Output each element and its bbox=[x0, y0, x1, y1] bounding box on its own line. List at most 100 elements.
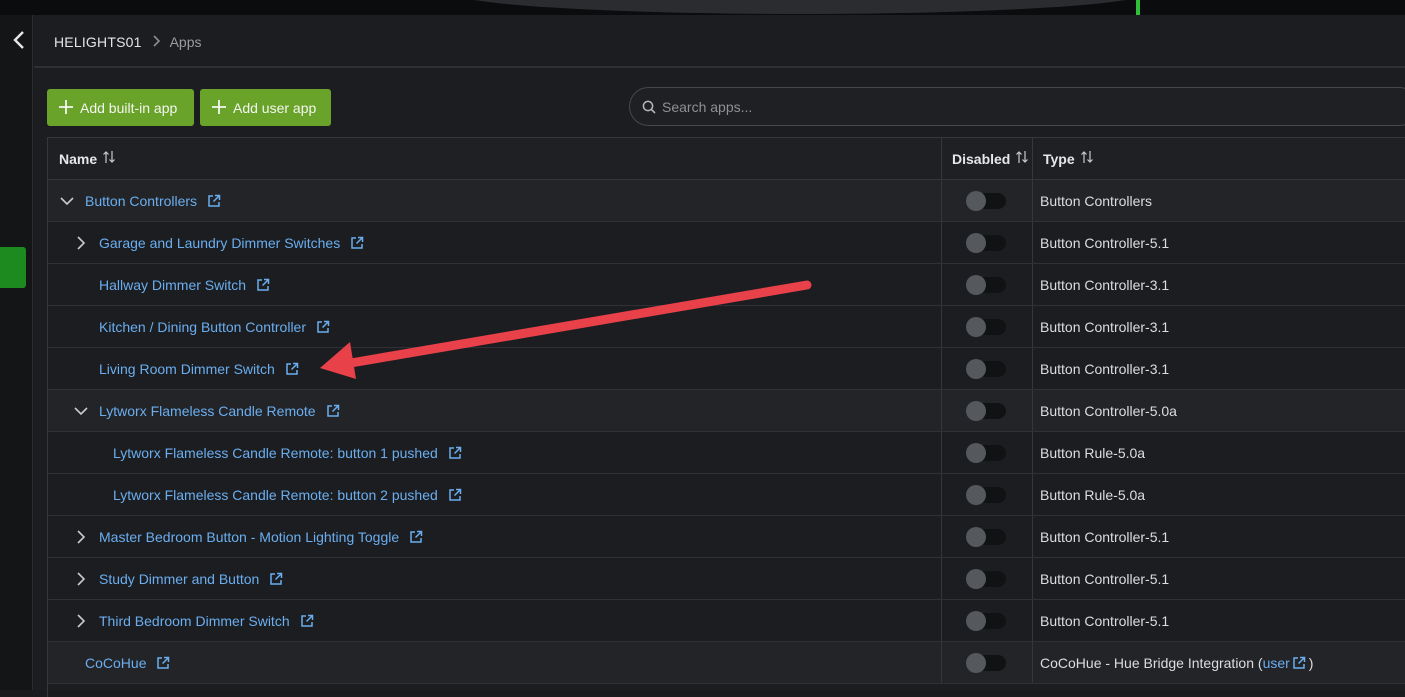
app-name-link[interactable]: Study Dimmer and Button bbox=[99, 571, 259, 587]
table-row[interactable]: Lytworx Flameless Candle Remote: button … bbox=[48, 432, 1405, 474]
cell-name: Kitchen / Dining Button Controller bbox=[48, 306, 942, 347]
external-link-icon[interactable] bbox=[326, 404, 340, 418]
external-link-icon[interactable] bbox=[156, 656, 170, 670]
cell-disabled bbox=[942, 558, 1033, 599]
chevron-right-icon[interactable] bbox=[73, 613, 89, 629]
app-name-link[interactable]: Kitchen / Dining Button Controller bbox=[99, 319, 306, 335]
cell-name: Garage and Laundry Dimmer Switches bbox=[48, 222, 942, 263]
user-app-link[interactable]: user bbox=[1263, 655, 1290, 671]
table-row[interactable]: Button Controllers Button Controllers bbox=[48, 180, 1405, 222]
chevron-down-icon[interactable] bbox=[73, 403, 89, 419]
table-row[interactable]: Study Dimmer and Button Button Controller… bbox=[48, 558, 1405, 600]
sort-arrows-icon[interactable] bbox=[1015, 150, 1029, 168]
cell-name: Study Dimmer and Button bbox=[48, 558, 942, 599]
table-row[interactable]: Lytworx Flameless Candle Remote Button Co… bbox=[48, 390, 1405, 432]
table-row[interactable]: Garage and Laundry Dimmer Switches Button… bbox=[48, 222, 1405, 264]
external-link-icon[interactable] bbox=[316, 320, 330, 334]
cell-disabled bbox=[942, 474, 1033, 515]
table-row[interactable]: Hallway Dimmer Switch Button Controller-3… bbox=[48, 264, 1405, 306]
cell-name: Lytworx Flameless Candle Remote bbox=[48, 390, 942, 431]
main-panel: HELIGHTS01 Apps Add built-in app Add use… bbox=[34, 15, 1405, 697]
table-row[interactable]: CoCoHue CoCoHue - Hue Bridge Integration … bbox=[48, 642, 1405, 684]
toggle-knob bbox=[966, 484, 986, 505]
add-built-in-app-button[interactable]: Add built-in app bbox=[47, 89, 194, 126]
add-user-app-label: Add user app bbox=[233, 99, 317, 116]
chevron-down-icon[interactable] bbox=[59, 193, 75, 209]
disabled-toggle[interactable] bbox=[966, 316, 1006, 337]
chevron-right-icon[interactable] bbox=[73, 235, 89, 251]
disabled-toggle[interactable] bbox=[966, 274, 1006, 295]
app-type-text: Button Controller-5.1 bbox=[1040, 528, 1170, 545]
disabled-toggle[interactable] bbox=[966, 652, 1006, 673]
disabled-toggle[interactable] bbox=[966, 484, 1006, 505]
app-name-link[interactable]: CoCoHue bbox=[85, 655, 146, 671]
table-row[interactable]: Master Bedroom Button - Motion Lighting … bbox=[48, 516, 1405, 558]
chevron-left-icon bbox=[13, 31, 24, 49]
external-link-icon[interactable] bbox=[409, 530, 423, 544]
cell-name: Button Controllers bbox=[48, 180, 942, 221]
add-user-app-button[interactable]: Add user app bbox=[200, 89, 331, 126]
header-glow bbox=[1136, 0, 1140, 15]
external-link-icon[interactable] bbox=[448, 488, 462, 502]
disabled-toggle[interactable] bbox=[966, 610, 1006, 631]
app-name-link[interactable]: Hallway Dimmer Switch bbox=[99, 277, 246, 293]
disabled-toggle[interactable] bbox=[966, 232, 1006, 253]
app-name-link[interactable]: Lytworx Flameless Candle Remote: button … bbox=[113, 487, 438, 503]
sort-arrows-icon[interactable] bbox=[102, 150, 116, 168]
external-link-icon[interactable] bbox=[207, 194, 221, 208]
table-row[interactable]: Kitchen / Dining Button Controller Button… bbox=[48, 306, 1405, 348]
external-link-icon[interactable] bbox=[448, 446, 462, 460]
app-name-link[interactable]: Garage and Laundry Dimmer Switches bbox=[99, 235, 340, 251]
app-type-text: Button Controller-3.1 bbox=[1040, 318, 1170, 335]
disabled-toggle[interactable] bbox=[966, 526, 1006, 547]
disabled-toggle[interactable] bbox=[966, 442, 1006, 463]
app-type-text: Button Rule-5.0a bbox=[1040, 444, 1146, 461]
toggle-knob bbox=[966, 400, 986, 421]
chevron-right-icon[interactable] bbox=[73, 529, 89, 545]
app-name-link[interactable]: Master Bedroom Button - Motion Lighting … bbox=[99, 529, 399, 545]
external-link-icon[interactable] bbox=[1292, 656, 1306, 670]
external-link-icon[interactable] bbox=[285, 362, 299, 376]
search-input[interactable] bbox=[662, 98, 1362, 115]
breadcrumb-hub[interactable]: HELIGHTS01 bbox=[54, 34, 142, 50]
disabled-toggle[interactable] bbox=[966, 358, 1006, 379]
cell-disabled bbox=[942, 222, 1033, 263]
cell-type: Button Controller-5.0a bbox=[1033, 390, 1405, 431]
sort-arrows-icon[interactable] bbox=[1080, 150, 1094, 168]
table-row[interactable]: Lytworx Flameless Candle Remote: button … bbox=[48, 474, 1405, 516]
column-header-type[interactable]: Type bbox=[1033, 138, 1405, 179]
external-link-icon[interactable] bbox=[350, 236, 364, 250]
chevron-right-icon[interactable] bbox=[73, 571, 89, 587]
cell-type: Button Controller-3.1 bbox=[1033, 348, 1405, 389]
app-name-link[interactable]: Lytworx Flameless Candle Remote bbox=[99, 403, 316, 419]
toggle-knob bbox=[966, 526, 986, 547]
apps-table: Name Disabled Type Button Controllers But… bbox=[47, 137, 1405, 697]
search-icon bbox=[642, 100, 656, 114]
cell-type: Button Rule-5.0a bbox=[1033, 432, 1405, 473]
app-name-link[interactable]: Button Controllers bbox=[85, 193, 197, 209]
toggle-knob bbox=[966, 568, 986, 589]
table-row[interactable]: Living Room Dimmer Switch Button Controll… bbox=[48, 348, 1405, 390]
app-name-link[interactable]: Living Room Dimmer Switch bbox=[99, 361, 275, 377]
external-link-icon[interactable] bbox=[256, 278, 270, 292]
disabled-toggle[interactable] bbox=[966, 400, 1006, 421]
column-header-disabled[interactable]: Disabled bbox=[942, 138, 1033, 179]
back-button[interactable] bbox=[12, 30, 32, 52]
cell-type: Button Controller-3.1 bbox=[1033, 306, 1405, 347]
search-box[interactable] bbox=[629, 87, 1405, 126]
table-row[interactable]: Third Bedroom Dimmer Switch Button Contro… bbox=[48, 600, 1405, 642]
external-link-icon[interactable] bbox=[269, 572, 283, 586]
left-rail bbox=[0, 15, 33, 690]
external-link-icon[interactable] bbox=[300, 614, 314, 628]
app-name-link[interactable]: Lytworx Flameless Candle Remote: button … bbox=[113, 445, 438, 461]
rail-active-indicator[interactable] bbox=[0, 247, 26, 288]
cell-type: Button Controllers bbox=[1033, 180, 1405, 221]
cell-type: Button Rule-5.0a bbox=[1033, 474, 1405, 515]
app-name-link[interactable]: Third Bedroom Dimmer Switch bbox=[99, 613, 290, 629]
disabled-toggle[interactable] bbox=[966, 190, 1006, 211]
disabled-toggle[interactable] bbox=[966, 568, 1006, 589]
cell-name: Lytworx Flameless Candle Remote: button … bbox=[48, 474, 942, 515]
plus-icon bbox=[212, 98, 226, 118]
column-header-name[interactable]: Name bbox=[48, 138, 942, 179]
type-suffix: ) bbox=[1308, 654, 1314, 671]
